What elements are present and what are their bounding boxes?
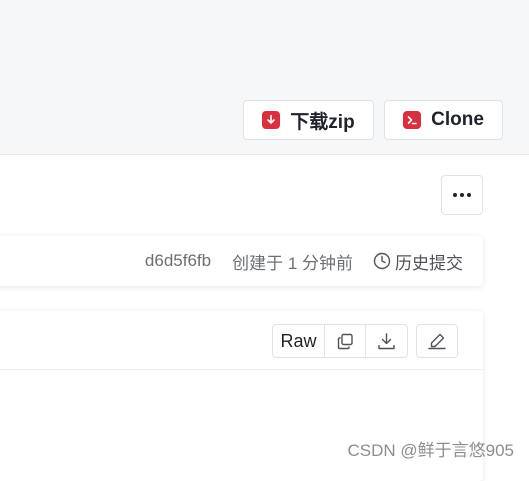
commit-hash[interactable]: d6d5f6fb xyxy=(145,251,211,271)
file-download-button[interactable] xyxy=(366,325,407,357)
download-tray-icon xyxy=(378,332,395,349)
download-zip-label: 下载zip xyxy=(290,111,355,133)
commit-time: 创建于 1 分钟前 xyxy=(232,253,353,273)
terminal-icon xyxy=(403,111,422,129)
edit-icon xyxy=(428,333,446,350)
copy-icon xyxy=(337,333,353,349)
file-action-group: Raw xyxy=(272,324,408,358)
download-icon xyxy=(262,111,281,129)
file-header-divider xyxy=(0,369,483,370)
copy-button[interactable] xyxy=(325,325,366,357)
clock-icon xyxy=(373,252,391,270)
clone-label: Clone xyxy=(431,109,484,130)
watermark-text: CSDN @鲜于言悠905 xyxy=(347,441,514,460)
raw-button[interactable]: Raw xyxy=(273,325,325,357)
history-commits-label: 历史提交 xyxy=(395,253,463,273)
history-commits-link[interactable]: 历史提交 xyxy=(373,249,463,274)
latest-commit-bar: d6d5f6fb 创建于 1 分钟前 历史提交 xyxy=(0,236,483,286)
clone-button[interactable]: Clone xyxy=(384,100,503,140)
more-options-button[interactable] xyxy=(441,175,483,215)
more-horizontal-icon xyxy=(453,193,471,197)
download-zip-button[interactable]: 下载zip xyxy=(243,100,374,140)
edit-file-button[interactable] xyxy=(416,324,458,358)
